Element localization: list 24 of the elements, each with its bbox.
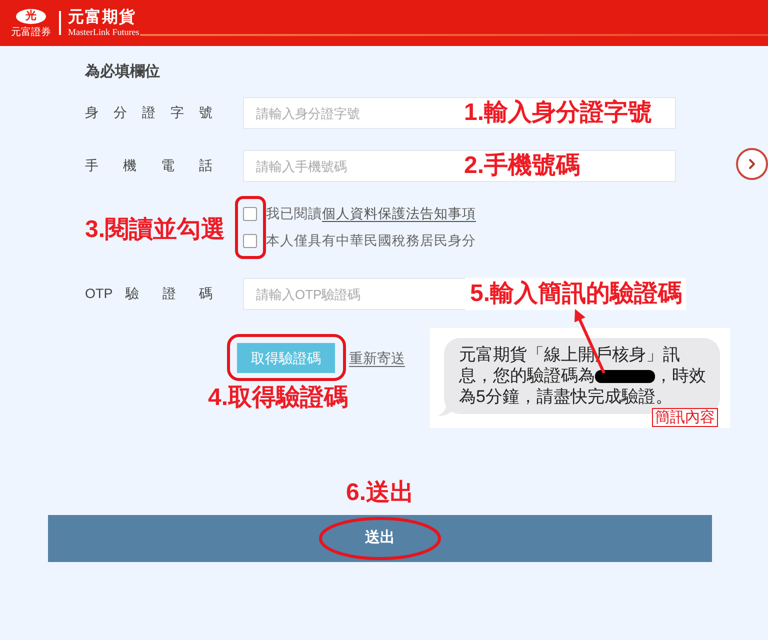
brand-name-english: MasterLink Futures [68, 27, 140, 38]
resend-link[interactable]: 重新寄送 [349, 348, 405, 368]
step-annotation: 4.取得驗證碼 [208, 384, 348, 412]
submit-button[interactable]: 送出 [48, 515, 712, 562]
field-label: 身 分 證 字 號 [85, 104, 213, 122]
next-button[interactable] [736, 148, 768, 180]
field-label: 手 機 電 話 [85, 156, 213, 175]
field-label: OTP 驗 證 碼 [85, 284, 213, 303]
input-field[interactable]: 請輸入OTP驗證碼 [243, 278, 465, 310]
required-note: 為必填欄位 [85, 63, 160, 81]
sms-caption: 簡訊內容 [652, 408, 718, 427]
consent-text: 本人僅具有中華民國稅務居民身分 [266, 232, 476, 250]
brand-name: 元富期貨 [68, 8, 137, 27]
step-annotation: 6.送出 [346, 479, 414, 507]
checkbox[interactable] [243, 234, 257, 248]
step-annotation: 3.閱讀並勾選 [85, 216, 226, 244]
checkbox[interactable] [243, 207, 257, 221]
logo-caption: 元富證券 [11, 26, 51, 38]
logo-mark: 光 [16, 8, 46, 24]
step-annotation: 5.輸入簡訊的驗證碼 [465, 278, 686, 310]
privacy-notice-link[interactable]: 個人資料保護法告知事項 [322, 206, 476, 221]
consent-text: 我已閱讀個人資料保護法告知事項 [266, 205, 476, 223]
redaction-bar-icon [595, 370, 655, 384]
highlight-outline [235, 196, 266, 259]
